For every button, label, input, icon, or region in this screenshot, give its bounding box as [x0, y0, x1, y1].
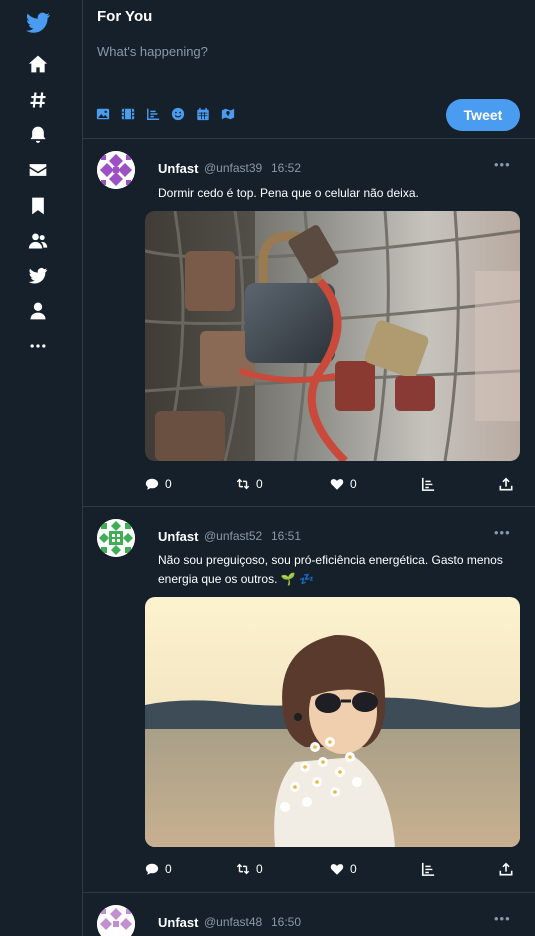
- reply-button[interactable]: 0: [145, 477, 172, 491]
- share-button[interactable]: [499, 477, 513, 491]
- tweet-text: Dormir cedo é top. Pena que o celular nã…: [158, 186, 419, 200]
- author-handle[interactable]: @unfast48: [204, 915, 262, 929]
- woman-with-sunglasses-and-flowers-photo[interactable]: [145, 597, 520, 847]
- more-options-icon[interactable]: •••: [494, 525, 511, 540]
- timeline: For You Tweet: [83, 0, 535, 936]
- analytics-icon: [421, 862, 435, 876]
- heart-icon: [330, 864, 344, 875]
- notifications-icon[interactable]: [26, 123, 50, 147]
- compose-input[interactable]: [97, 44, 427, 59]
- reply-icon: [145, 478, 159, 490]
- tweet-actions: 0 0 0: [145, 862, 520, 882]
- avatar[interactable]: [97, 519, 135, 557]
- tweet-button[interactable]: Tweet: [446, 99, 520, 131]
- schedule-icon[interactable]: [195, 106, 211, 122]
- retweet-count: 0: [256, 862, 263, 876]
- twitter-logo-icon[interactable]: [25, 10, 51, 36]
- retweet-button[interactable]: 0: [236, 477, 263, 491]
- analytics-button[interactable]: [421, 477, 435, 491]
- bookmark-icon[interactable]: [26, 194, 50, 218]
- messages-icon[interactable]: [26, 158, 50, 182]
- image-icon[interactable]: [95, 106, 111, 122]
- tweet[interactable]: Unfast @unfast52 16:51 ••• Não sou pregu…: [83, 507, 535, 892]
- more-options-icon[interactable]: •••: [494, 911, 511, 926]
- communities-icon[interactable]: [26, 229, 50, 253]
- reply-icon: [145, 863, 159, 875]
- hashtag-icon[interactable]: [26, 88, 50, 112]
- author-handle[interactable]: @unfast52: [204, 529, 262, 543]
- reply-button[interactable]: 0: [145, 862, 172, 876]
- gif-icon[interactable]: [120, 106, 136, 122]
- retweet-icon: [236, 863, 250, 875]
- retweet-button[interactable]: 0: [236, 862, 263, 876]
- location-icon[interactable]: [220, 106, 236, 122]
- like-button[interactable]: 0: [330, 862, 357, 876]
- avatar[interactable]: [97, 151, 135, 189]
- more-options-icon[interactable]: •••: [494, 157, 511, 172]
- heart-icon: [330, 479, 344, 490]
- share-icon: [499, 862, 513, 876]
- author-name[interactable]: Unfast: [158, 161, 198, 176]
- tweet[interactable]: Unfast @unfast39 16:52 ••• Dormir cedo é…: [83, 139, 535, 507]
- profile-icon[interactable]: [26, 299, 50, 323]
- twitter-bird-icon[interactable]: [26, 264, 50, 288]
- tweet-time: 16:52: [271, 161, 302, 175]
- author-name[interactable]: Unfast: [158, 915, 198, 930]
- tweet-text: Não sou preguiçoso, sou pró-eficiência e…: [158, 553, 503, 586]
- avatar[interactable]: [97, 905, 135, 936]
- reply-count: 0: [165, 862, 172, 876]
- home-icon[interactable]: [26, 52, 50, 76]
- like-count: 0: [350, 862, 357, 876]
- retweet-count: 0: [256, 477, 263, 491]
- page-title: For You: [97, 8, 153, 25]
- like-count: 0: [350, 477, 357, 491]
- sidebar: [0, 0, 83, 936]
- tweet-actions: 0 0 0: [145, 477, 520, 497]
- share-button[interactable]: [499, 862, 513, 876]
- author-name[interactable]: Unfast: [158, 529, 198, 544]
- compose-toolbar: [95, 106, 236, 122]
- tweet[interactable]: Unfast @unfast48 16:50 •••: [83, 893, 535, 936]
- like-button[interactable]: 0: [330, 477, 357, 491]
- reply-count: 0: [165, 477, 172, 491]
- emoji-icon[interactable]: [170, 106, 186, 122]
- poll-icon[interactable]: [145, 106, 161, 122]
- analytics-button[interactable]: [421, 862, 435, 876]
- retweet-icon: [236, 478, 250, 490]
- more-icon[interactable]: [26, 334, 50, 358]
- share-icon: [499, 477, 513, 491]
- analytics-icon: [421, 477, 435, 491]
- padlocks-on-fence-photo[interactable]: [145, 211, 520, 461]
- author-handle[interactable]: @unfast39: [204, 161, 262, 175]
- tweet-time: 16:51: [271, 529, 302, 543]
- tweet-time: 16:50: [271, 915, 302, 929]
